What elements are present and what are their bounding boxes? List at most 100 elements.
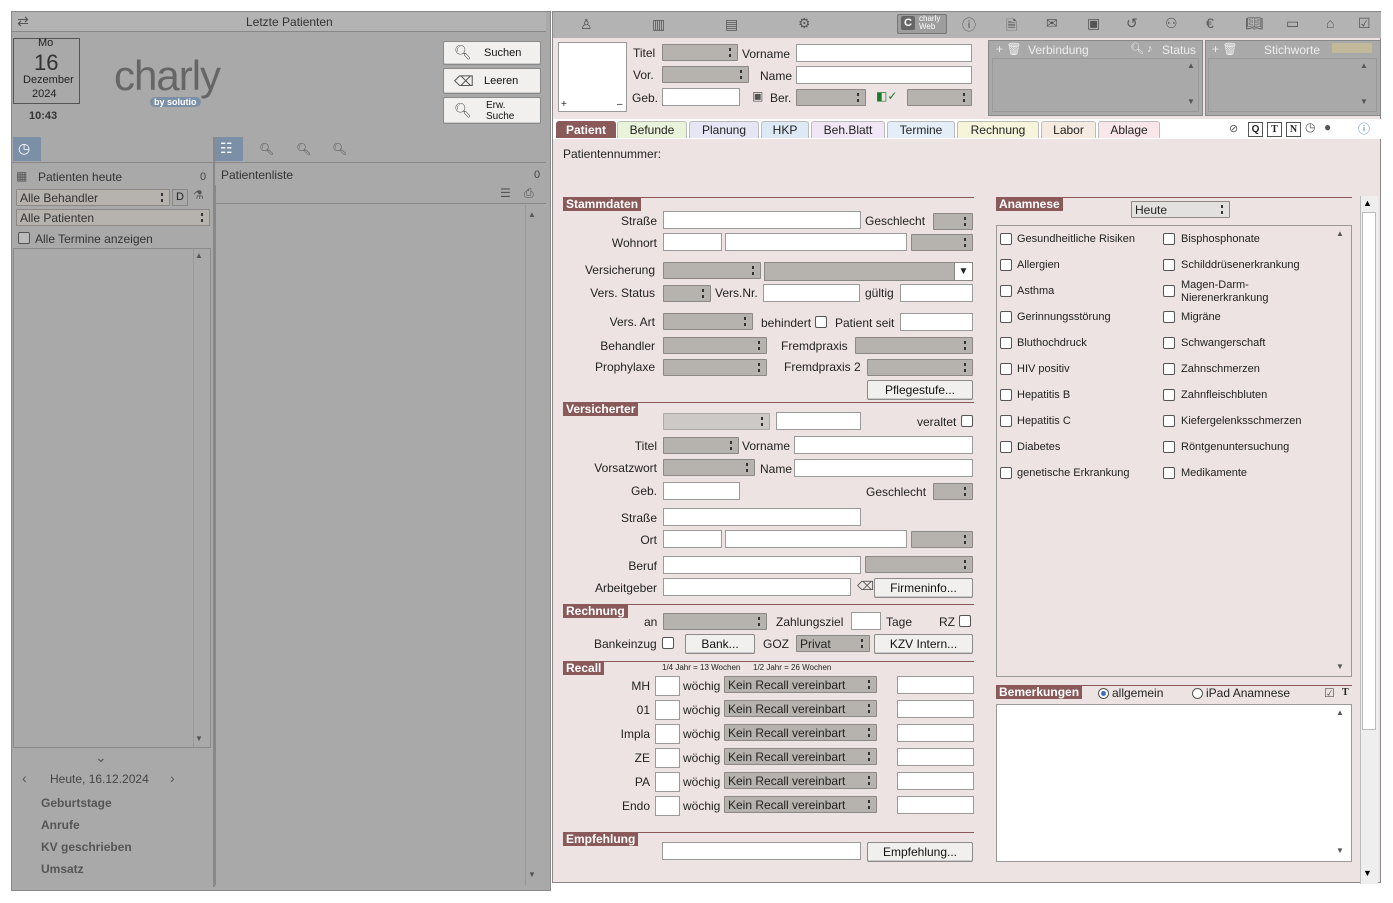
recall-weeks-input[interactable] (655, 676, 680, 696)
recall-date-input[interactable] (897, 700, 974, 718)
patient-seit-input[interactable] (900, 313, 973, 331)
tab-rechnung[interactable]: Rechnung (957, 121, 1039, 138)
kzv-button[interactable]: KZV Intern... (874, 634, 973, 654)
check-icon[interactable]: ☑ (1358, 15, 1371, 32)
stichworte-controls[interactable]: + 🗑 (1212, 42, 1238, 56)
t-button[interactable]: T (1267, 122, 1282, 137)
tab-planung[interactable]: Planung (689, 121, 759, 138)
anamnese-checkbox[interactable] (1000, 311, 1012, 323)
contact-icon[interactable]: ▤ (725, 16, 738, 33)
chevron-down-icon[interactable]: ⌄ (95, 749, 107, 766)
anamnese-checkbox[interactable] (1163, 363, 1175, 375)
name-input[interactable] (796, 66, 972, 84)
vers-status-select[interactable] (663, 285, 711, 302)
anamnese-checkbox[interactable] (1000, 441, 1012, 453)
prophylaxe-select[interactable] (663, 359, 767, 376)
calendar-check-icon[interactable]: ☑ (1324, 686, 1335, 700)
card-icon[interactable]: ▭ (1286, 15, 1299, 32)
v-geschlecht-select[interactable] (933, 483, 973, 500)
recall-weeks-input[interactable] (655, 772, 680, 792)
notes-icon[interactable]: 🗎︎ (1006, 15, 1017, 39)
scroll-down-icon-4[interactable]: ▼ (1360, 97, 1368, 106)
cards-icon[interactable]: ▣ (1087, 15, 1100, 32)
fremdpraxis-select[interactable] (855, 337, 973, 354)
anamnese-checkbox[interactable] (1000, 233, 1012, 245)
beruf-input[interactable] (663, 556, 861, 574)
grave-icon[interactable]: ▣ (752, 89, 763, 103)
recall-select[interactable]: Kein Recall vereinbart (724, 772, 877, 789)
v-titel-select[interactable] (663, 437, 739, 454)
empfehlung-button[interactable]: Empfehlung... (867, 842, 973, 862)
anamnese-checkbox[interactable] (1163, 389, 1175, 401)
scroll-up-icon-2[interactable]: ▲ (528, 210, 536, 219)
tab-behblatt[interactable]: Beh.Blatt (811, 121, 885, 138)
vor-select[interactable] (662, 66, 749, 83)
link-revenue[interactable]: Umsatz (41, 862, 84, 876)
geb-input[interactable] (662, 88, 740, 106)
v-ort-input[interactable] (725, 530, 907, 548)
anamnese-checkbox[interactable] (1163, 259, 1175, 271)
tab-patient[interactable]: Patient (556, 121, 616, 138)
behindert-checkbox[interactable] (815, 316, 827, 328)
recall-select[interactable]: Kein Recall vereinbart (724, 796, 877, 813)
recall-select[interactable]: Kein Recall vereinbart (724, 700, 877, 717)
recall-date-input[interactable] (897, 796, 974, 814)
info-icon-2[interactable]: ● (1324, 120, 1331, 134)
prev-day-icon[interactable]: ‹ (22, 770, 27, 786)
an-select[interactable] (663, 613, 767, 630)
strasse-input[interactable] (663, 211, 861, 229)
zahlungsziel-input[interactable] (851, 612, 881, 630)
patienten-filter[interactable]: Alle Patienten (16, 209, 210, 226)
anamnese-checkbox[interactable] (1163, 441, 1175, 453)
scroll-up-icon-6[interactable]: ▲ (1336, 708, 1344, 717)
bank-button[interactable]: Bank... (685, 634, 755, 654)
eraser-icon-2[interactable]: ⌫ (857, 579, 874, 593)
country-select[interactable] (911, 234, 973, 251)
ipad-radio[interactable] (1192, 688, 1203, 699)
tab-befunde[interactable]: Befunde (617, 121, 687, 138)
scroll-up-icon-7[interactable]: ▲ (1363, 198, 1372, 208)
swap-icon[interactable]: ⇄ (14, 13, 32, 30)
fremdpraxis2-select[interactable] (867, 359, 973, 376)
vorname-input[interactable] (796, 44, 972, 62)
scroll-up-icon[interactable]: ▲ (195, 251, 203, 260)
versicherung-select[interactable] (663, 262, 761, 279)
scroll-down-icon[interactable]: ▼ (195, 734, 203, 743)
geschlecht-select[interactable] (933, 213, 973, 230)
recall-weeks-input[interactable] (655, 748, 680, 768)
history-icon-2[interactable]: ↺ (1126, 15, 1138, 32)
status-search-icon[interactable]: 🔍︎ ♪ (1130, 42, 1153, 55)
clock-icon[interactable]: ◷ (1305, 120, 1315, 134)
next-day-icon[interactable]: › (170, 770, 175, 786)
recall-date-input[interactable] (897, 676, 974, 694)
status-ok-icon[interactable]: ◧✓ (876, 89, 897, 103)
scroll-up-icon-3[interactable]: ▲ (1187, 61, 1195, 70)
scroll-down-icon-6[interactable]: ▼ (1336, 846, 1344, 855)
v-vorname-input[interactable] (794, 436, 973, 454)
gueltig-input[interactable] (900, 284, 973, 302)
scroll-down-icon-3[interactable]: ▼ (1187, 97, 1195, 106)
hide-icon[interactable]: ⊘ (1229, 122, 1238, 135)
v-plz-input[interactable] (663, 530, 722, 548)
scroll-down-icon-7[interactable]: ▼ (1363, 868, 1372, 878)
v-country-select[interactable] (911, 531, 973, 548)
vers-nr-input[interactable] (763, 284, 860, 302)
gear-icon[interactable]: ⚙ (798, 15, 811, 32)
vers-art-select[interactable] (663, 313, 753, 330)
ber2-select[interactable] (907, 89, 972, 106)
n-button[interactable]: N (1286, 122, 1301, 137)
versicherung-combo[interactable] (764, 262, 973, 281)
recall-select[interactable]: Kein Recall vereinbart (724, 748, 877, 765)
anamnese-checkbox[interactable] (1000, 389, 1012, 401)
recall-weeks-input[interactable] (655, 700, 680, 720)
goz-select[interactable]: Privat (796, 635, 870, 652)
scroll-up-icon-4[interactable]: ▲ (1360, 61, 1368, 70)
behandler-filter[interactable]: Alle Behandler (16, 189, 170, 206)
bankeinzug-checkbox[interactable] (662, 637, 674, 649)
recall-weeks-input[interactable] (655, 724, 680, 744)
wohnort-input[interactable] (725, 233, 907, 251)
scroll-up-icon-5[interactable]: ▲ (1336, 229, 1344, 238)
anamnese-checkbox[interactable] (1163, 285, 1175, 297)
tooth-icon[interactable]: ♙ (580, 16, 593, 33)
search-icon-1[interactable]: 🔍︎ (259, 142, 274, 156)
